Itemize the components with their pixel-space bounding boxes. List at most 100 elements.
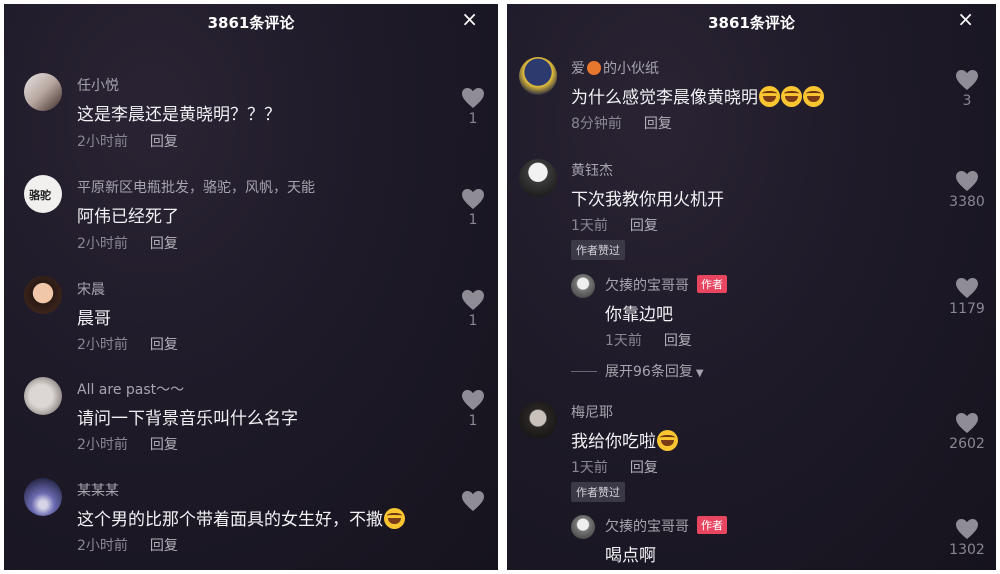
comment-meta: 8分钟前 回复 [571, 113, 672, 133]
comment-text-content: 为什么感觉李晨像黄晓明 [571, 88, 758, 108]
comment-time: 8分钟前 [571, 116, 622, 132]
comment-author[interactable]: 梅尼耶 [571, 402, 613, 422]
avatar[interactable] [519, 159, 557, 197]
comment-time: 2小时前 [77, 236, 128, 252]
like-count: 1302 [949, 542, 985, 558]
comment-author[interactable]: 欠揍的宝哥哥 作者 [605, 275, 727, 295]
like-count: 3380 [949, 194, 985, 210]
heart-icon[interactable] [461, 389, 485, 411]
avatar[interactable]: 骆驼 [24, 175, 62, 213]
comment-item: 骆驼 平原新区电瓶批发，骆驼，风帆，天能 阿伟已经死了 2小时前 回复 1 [4, 172, 498, 262]
comment-text: 请问一下背景音乐叫什么名字 [77, 409, 298, 429]
avatar[interactable] [519, 57, 557, 95]
comment-author[interactable]: 任小悦 [77, 75, 119, 95]
reply-button[interactable]: 回复 [150, 337, 178, 353]
author-name: 欠揍的宝哥哥 [605, 278, 689, 294]
comment-time: 1天前 [571, 218, 608, 234]
heart-icon[interactable] [955, 518, 979, 540]
comment-time: 2小时前 [77, 134, 128, 150]
comment-meta: 1天前 回复 [571, 457, 658, 477]
close-icon[interactable]: × [957, 9, 974, 29]
heart-icon[interactable] [955, 412, 979, 434]
basketball-emoji-icon [587, 61, 601, 75]
comment-text: 晨哥 [77, 309, 111, 329]
laughing-emoji-icon [759, 86, 780, 107]
comment-meta: 1天前 回复 [605, 330, 692, 350]
comment-meta: 1天前 回复 [571, 215, 658, 235]
comment-text-content: 我给你吃啦 [571, 432, 656, 452]
comment-meta: 2小时前 回复 [77, 334, 178, 354]
comment-author[interactable]: 平原新区电瓶批发，骆驼，风帆，天能 [77, 177, 315, 197]
comment-item: 爱 的小伙纸 为什么感觉李晨像黄晓明 8分钟前 回复 3 [507, 54, 996, 144]
divider [571, 371, 597, 372]
comment-time: 2小时前 [77, 337, 128, 353]
reply-button[interactable]: 回复 [644, 116, 672, 132]
comment-time: 1天前 [571, 460, 608, 476]
heart-icon[interactable] [955, 277, 979, 299]
comment-meta: 2小时前 回复 [77, 434, 178, 454]
avatar[interactable] [24, 73, 62, 111]
avatar[interactable] [24, 478, 62, 516]
expand-replies-button[interactable]: 展开96条回复 ▼ [571, 361, 704, 381]
like-count: 3 [962, 93, 972, 109]
comment-text: 这个男的比那个带着面具的女生好，不撒 [77, 505, 405, 530]
chevron-down-icon: ▼ [695, 368, 704, 379]
comments-panel-left: 3861条评论 × 任小悦 这是李晨还是黄晓明？？？ 2小时前 回复 1 骆驼 平… [4, 4, 498, 570]
reply-button[interactable]: 回复 [150, 437, 178, 453]
liked-by-author-badge: 作者赞过 [571, 240, 625, 260]
comment-meta: 2小时前 回复 [77, 233, 178, 253]
like-count: 2602 [949, 436, 985, 452]
comments-panel-right: 3861条评论 × 爱的小伙纸 为什么感觉李晨像黄晓明 8分钟前 回复 3 黄钰杰… [507, 4, 996, 570]
comment-meta: 2小时前 回复 [77, 535, 178, 555]
like-count: 1 [468, 313, 478, 329]
comment-author[interactable]: 某某某 [77, 480, 119, 500]
comment-time: 2小时前 [77, 538, 128, 554]
comment-author[interactable]: 爱 的小伙纸 [571, 58, 659, 78]
comment-text: 为什么感觉李晨像黄晓明 [571, 83, 824, 108]
avatar[interactable] [571, 515, 595, 539]
comment-text: 我给你吃啦 [571, 427, 678, 452]
author-badge: 作者 [697, 516, 727, 534]
avatar[interactable] [24, 276, 62, 314]
heart-icon[interactable] [955, 170, 979, 192]
heart-icon[interactable] [461, 188, 485, 210]
comment-item: 某某某 这个男的比那个带着面具的女生好，不撒 2小时前 回复 [4, 475, 498, 565]
comment-author[interactable]: 宋晨 [77, 279, 105, 299]
comment-text: 喝点啊 [605, 546, 656, 566]
heart-icon[interactable] [461, 87, 485, 109]
expand-replies-label: 展开96条回复 [605, 364, 693, 380]
avatar[interactable] [519, 401, 557, 439]
heart-icon[interactable] [461, 289, 485, 311]
avatar[interactable] [571, 274, 595, 298]
close-icon[interactable]: × [461, 9, 478, 29]
laughing-emoji-icon [657, 430, 678, 451]
comment-author[interactable]: 欠揍的宝哥哥 作者 [605, 516, 727, 536]
author-badge: 作者 [697, 275, 727, 293]
author-name: 欠揍的宝哥哥 [605, 519, 689, 535]
reply-button[interactable]: 回复 [630, 218, 658, 234]
comment-author[interactable]: All are past～～ [77, 379, 184, 399]
comment-count-title: 3861条评论 [708, 14, 795, 32]
heart-icon[interactable] [461, 490, 485, 512]
reply-button[interactable]: 回复 [150, 134, 178, 150]
reply-button[interactable]: 回复 [664, 333, 692, 349]
reply-button[interactable]: 回复 [630, 460, 658, 476]
reply-button[interactable]: 回复 [150, 236, 178, 252]
comment-text: 下次我教你用火机开 [571, 190, 724, 210]
comment-time: 1天前 [605, 333, 642, 349]
comment-text: 这是李晨还是黄晓明？？？ [77, 105, 281, 125]
comment-text-content: 这个男的比那个带着面具的女生好，不撒 [77, 510, 383, 530]
reply-item: 欠揍的宝哥哥 作者 喝点啊 1302 [507, 513, 996, 570]
avatar[interactable] [24, 377, 62, 415]
author-name-suffix: 的小伙纸 [603, 61, 659, 77]
laughing-emoji-icon [803, 86, 824, 107]
comment-time: 2小时前 [77, 437, 128, 453]
comment-item: 宋晨 晨哥 2小时前 回复 1 [4, 274, 498, 364]
like-count: 1179 [949, 301, 985, 317]
heart-icon[interactable] [955, 69, 979, 91]
comment-text: 你靠边吧 [605, 305, 673, 325]
reply-button[interactable]: 回复 [150, 538, 178, 554]
comment-text: 阿伟已经死了 [77, 207, 179, 227]
comment-item: All are past～～ 请问一下背景音乐叫什么名字 2小时前 回复 1 [4, 374, 498, 464]
comment-author[interactable]: 黄钰杰 [571, 160, 613, 180]
